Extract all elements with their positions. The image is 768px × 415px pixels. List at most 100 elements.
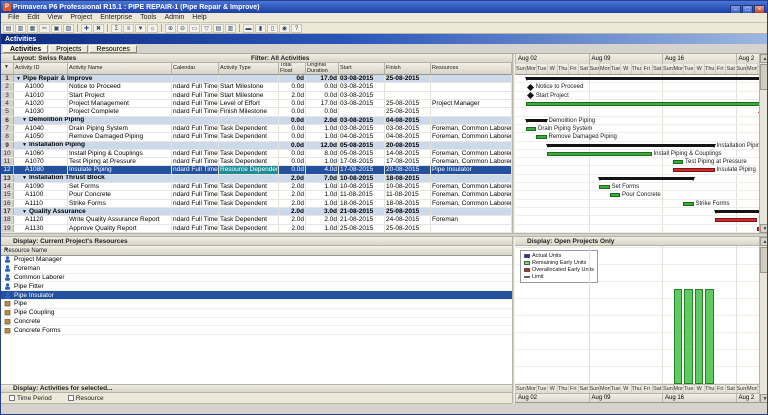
group-row[interactable]: 1▼Pipe Repair & Improve0d17.0d03-08-2015…	[1, 75, 512, 83]
menu-project[interactable]: Project	[66, 14, 96, 21]
resource-row[interactable]: Foreman	[1, 265, 512, 274]
copy-icon[interactable]: ▣	[51, 24, 62, 33]
gantt-chart-icon[interactable]: ▬	[243, 24, 254, 33]
scroll-up-icon[interactable]: ▲	[760, 54, 768, 63]
histogram-display-bar[interactable]: Display: Open Projects Only	[515, 237, 759, 246]
resource-row[interactable]: Pipe	[1, 300, 512, 309]
task-bar[interactable]	[526, 102, 760, 106]
activity-row[interactable]: 11A1070Test Piping at Pressurendard Full…	[1, 158, 512, 166]
activity-row[interactable]: 8A1050Remove Damaged Pipingndard Full Ti…	[1, 133, 512, 141]
summary-bar[interactable]	[547, 144, 715, 147]
column-header-activity-id[interactable]: Activity ID	[14, 63, 68, 75]
resource-row[interactable]: Concrete	[1, 318, 512, 327]
task-bar[interactable]	[536, 135, 547, 139]
activity-row[interactable]: 3A1010Start Projectndard Full TimeStart …	[1, 92, 512, 100]
activity-row[interactable]: 12A1080Insulate Pipingndard Full TimeRes…	[1, 166, 512, 174]
menu-view[interactable]: View	[43, 14, 66, 21]
footer-display-bar[interactable]: Display: Activities for selected...	[1, 384, 512, 393]
checkbox[interactable]	[9, 395, 15, 401]
layout-options-bar[interactable]: Layout: Swiss Rates Filter: All Activiti…	[1, 54, 512, 63]
menu-enterprise[interactable]: Enterprise	[96, 14, 136, 21]
column-header-activity-type[interactable]: Activity Type	[219, 63, 279, 75]
scroll-down-icon[interactable]: ▼	[760, 394, 768, 403]
task-bar[interactable]	[610, 193, 621, 197]
task-bar[interactable]	[599, 185, 610, 189]
resource-usage-icon[interactable]: ▯	[267, 24, 278, 33]
checkbox-time-period[interactable]: Time Period	[9, 395, 52, 402]
scroll-down-icon[interactable]: ▼	[760, 224, 768, 233]
column-header-original-duration[interactable]: Original Duration	[306, 63, 339, 75]
activity-row[interactable]: 16A1110Strike Formsndard Full TimeTask D…	[1, 200, 512, 208]
schedule-icon[interactable]: Σ	[111, 24, 122, 33]
column-header-total-float[interactable]: Total Float	[279, 63, 306, 75]
new-project-icon[interactable]: ▤	[3, 24, 14, 33]
resource-row[interactable]: Common Laborer	[1, 274, 512, 283]
activity-row[interactable]: 10A1060Install Piping & Couplingsndard F…	[1, 150, 512, 158]
histogram-vertical-scrollbar[interactable]: ▲ ▼	[759, 237, 768, 403]
usage-bar[interactable]	[705, 289, 714, 384]
checkbox-resource[interactable]: Resource	[68, 395, 104, 402]
group-row[interactable]: 13▼Installation Thrust Block2.0d7.0d10-0…	[1, 175, 512, 183]
column-header-activity-name[interactable]: Activity Name	[68, 63, 172, 75]
menu-file[interactable]: File	[4, 14, 23, 21]
spotlight-icon[interactable]: ☼	[147, 24, 158, 33]
collapse-icon[interactable]: ▼	[22, 142, 27, 149]
help-icon[interactable]: ?	[291, 24, 302, 33]
gantt-vertical-scrollbar[interactable]: ▲ ▼	[759, 54, 768, 233]
tab-resources[interactable]: Resources	[89, 45, 136, 53]
summary-bar[interactable]	[526, 77, 760, 80]
activity-row[interactable]: 14A1090Set Formsndard Full TimeTask Depe…	[1, 183, 512, 191]
menu-admin[interactable]: Admin	[160, 14, 188, 21]
menu-help[interactable]: Help	[188, 14, 210, 21]
delete-activity-icon[interactable]: ✖	[93, 24, 104, 33]
column-header-calendar[interactable]: Calendar	[172, 63, 219, 75]
summary-bar[interactable]	[526, 119, 547, 122]
group-row[interactable]: 6▼Demolition Piping0.0d2.0d03-08-201504-…	[1, 117, 512, 125]
column-header-resources[interactable]: Resources	[431, 63, 512, 75]
collapse-icon[interactable]: ▼	[22, 208, 27, 215]
collapse-icon[interactable]: ▼	[22, 175, 27, 182]
usage-bar[interactable]	[695, 289, 704, 384]
checkbox[interactable]	[68, 395, 74, 401]
cut-icon[interactable]: ✂	[39, 24, 50, 33]
activity-row[interactable]: 4A1020Project Managementndard Full TimeL…	[1, 100, 512, 108]
tab-projects[interactable]: Projects	[49, 45, 88, 53]
group-row[interactable]: 17▼Quality Assurance2.0d3.0d21-08-201525…	[1, 208, 512, 216]
resource-row[interactable]: Pipe Fitter	[1, 282, 512, 291]
collapse-icon[interactable]: ▼	[22, 117, 27, 124]
paste-icon[interactable]: ▧	[63, 24, 74, 33]
activity-row[interactable]: 15A1100Pour Concretendard Full TimeTask …	[1, 191, 512, 199]
activity-row[interactable]: 7A1040Drain Piping Systemndard Full Time…	[1, 125, 512, 133]
menu-edit[interactable]: Edit	[23, 14, 43, 21]
tab-activities[interactable]: Activities	[3, 45, 48, 53]
activity-row[interactable]: 18A1120Write Quality Assurance Reportnda…	[1, 216, 512, 224]
menu-tools[interactable]: Tools	[136, 14, 160, 21]
activity-row[interactable]: 19A1130Approve Quality Reportndard Full …	[1, 225, 512, 233]
resource-name-column-header[interactable]: Resource Name	[1, 246, 512, 256]
summarize-icon[interactable]: ▼	[135, 24, 146, 33]
resources-display-bar[interactable]: Display: Current Project's Resources	[1, 237, 512, 246]
scrollbar-thumb[interactable]	[760, 64, 768, 90]
timescale-icon[interactable]: ▭	[189, 24, 200, 33]
critical-bar[interactable]	[673, 168, 715, 172]
task-bar[interactable]	[673, 160, 684, 164]
print-icon[interactable]: ▦	[27, 24, 38, 33]
group-row[interactable]: 9▼Installation Piping0.0d12.0d05-08-2015…	[1, 142, 512, 150]
resource-row[interactable]: Pipe Coupling	[1, 309, 512, 318]
scrollbar-thumb[interactable]	[760, 247, 768, 273]
summary-bar[interactable]	[715, 210, 760, 213]
columns-icon[interactable]: ▥	[225, 24, 236, 33]
open-icon[interactable]: ▥	[15, 24, 26, 33]
activity-row[interactable]: 2A1000Notice to Proceedndard Full TimeSt…	[1, 83, 512, 91]
column-header-start[interactable]: Start	[339, 63, 385, 75]
level-resources-icon[interactable]: ≡	[123, 24, 134, 33]
filters-icon[interactable]: ▽	[201, 24, 212, 33]
scroll-up-icon[interactable]: ▲	[760, 237, 768, 246]
group-sort-icon[interactable]: ▤	[213, 24, 224, 33]
activity-row[interactable]: 5A1030Project Completendard Full TimeFin…	[1, 108, 512, 116]
resource-row[interactable]: Concrete Forms	[1, 326, 512, 335]
collapse-icon[interactable]: ▼	[16, 75, 21, 82]
task-bar[interactable]	[526, 127, 537, 131]
resource-row[interactable]: Project Manager	[1, 256, 512, 265]
task-bar[interactable]	[683, 202, 694, 206]
